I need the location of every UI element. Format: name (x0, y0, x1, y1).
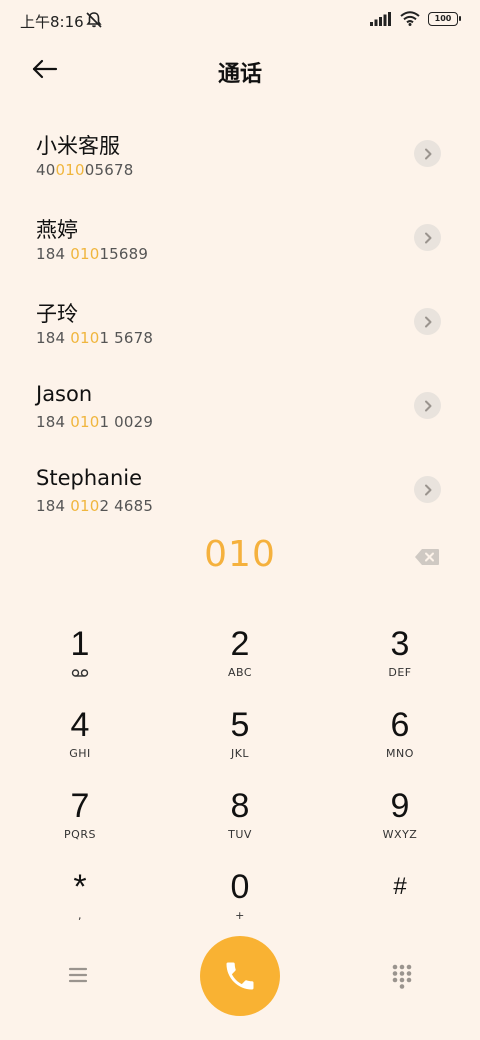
call-button[interactable] (200, 936, 280, 1016)
key-digit: 5 (230, 706, 250, 744)
backspace-icon[interactable] (414, 548, 440, 566)
key-digit: 1 (70, 625, 90, 663)
key-letters: GHI (69, 747, 91, 760)
key-5[interactable]: 5 JKL (180, 693, 300, 769)
key-9[interactable]: 9 WXYZ (340, 774, 460, 850)
contact-number: 184 01015689 (36, 245, 149, 263)
signal-icon (370, 11, 391, 26)
key-letters: DEF (388, 666, 412, 679)
dialed-number-display: 010 (204, 534, 276, 575)
contact-number: 184 0102 4685 (36, 497, 154, 515)
contact-result[interactable]: Stephanie 184 0102 4685 (0, 448, 480, 532)
contact-name: Jason (36, 382, 93, 406)
key-letters: ABC (227, 666, 253, 679)
key-digit: 8 (230, 787, 250, 825)
contact-number: 4001005678 (36, 161, 134, 179)
key-hash[interactable]: # (340, 855, 460, 931)
contact-name: 子玲 (36, 302, 78, 326)
key-digit: 7 (70, 787, 90, 825)
contact-name: 小米客服 (36, 134, 120, 158)
key-digit: 9 (390, 787, 410, 825)
contact-result[interactable]: 子玲 184 0101 5678 (0, 280, 480, 364)
mute-notification-icon (86, 12, 102, 28)
contact-result[interactable]: 燕婷 184 01015689 (0, 196, 480, 280)
contact-name: Stephanie (36, 466, 143, 490)
contact-result[interactable]: 小米客服 4001005678 (0, 112, 480, 196)
key-letters: TUV (228, 828, 252, 841)
key-letters: WXYZ (382, 828, 418, 841)
key-6[interactable]: 6 MNO (340, 693, 460, 769)
key-digit: 2 (230, 625, 250, 663)
key-1[interactable]: 1 (20, 612, 140, 688)
key-letters: PQRS (64, 828, 96, 841)
voicemail-icon (71, 669, 89, 677)
key-digit: 0 (230, 868, 250, 906)
number-match-highlight: 010 (55, 161, 85, 179)
key-letters: , (78, 909, 82, 922)
key-star[interactable]: * , (20, 855, 140, 931)
contact-details-button[interactable] (414, 476, 441, 503)
key-letters: JKL (230, 747, 250, 760)
contact-details-button[interactable] (414, 224, 441, 251)
key-letters: + (235, 909, 245, 922)
key-digit: 4 (70, 706, 90, 744)
dialer-screen: 上午8:16 100 通话 小米客服 4001005678 燕婷 184 010… (0, 0, 480, 1040)
chevron-right-icon (424, 316, 431, 327)
status-time: 上午8:16 (20, 13, 84, 31)
key-8[interactable]: 8 TUV (180, 774, 300, 850)
key-letters: MNO (386, 747, 414, 760)
status-icons: 100 (370, 11, 461, 26)
contact-details-button[interactable] (414, 308, 441, 335)
contact-result[interactable]: Jason 184 0101 0029 (0, 364, 480, 448)
status-bar: 上午8:16 100 (0, 0, 480, 40)
key-3[interactable]: 3 DEF (340, 612, 460, 688)
number-match-highlight: 010 (70, 497, 100, 515)
key-0[interactable]: 0 + (180, 855, 300, 931)
key-digit: 6 (390, 706, 410, 744)
number-match-highlight: 010 (70, 329, 100, 347)
chevron-right-icon (424, 400, 431, 411)
contact-details-button[interactable] (414, 140, 441, 167)
wifi-icon (400, 11, 420, 26)
chevron-right-icon (424, 148, 431, 159)
number-match-highlight: 010 (70, 245, 100, 263)
dialpad-icon[interactable] (391, 963, 413, 989)
menu-icon[interactable] (66, 964, 90, 986)
contact-name: 燕婷 (36, 218, 78, 242)
contact-details-button[interactable] (414, 392, 441, 419)
key-digit: 3 (390, 625, 410, 663)
contact-number: 184 0101 0029 (36, 413, 154, 431)
key-7[interactable]: 7 PQRS (20, 774, 140, 850)
key-2[interactable]: 2 ABC (180, 612, 300, 688)
number-match-highlight: 010 (70, 413, 100, 431)
chevron-right-icon (424, 484, 431, 495)
battery-icon: 100 (428, 11, 461, 26)
key-4[interactable]: 4 GHI (20, 693, 140, 769)
chevron-right-icon (424, 232, 431, 243)
battery-level: 100 (434, 13, 452, 23)
key-digit: * (73, 868, 87, 906)
key-digit: # (393, 873, 407, 900)
contact-results-list: 小米客服 4001005678 燕婷 184 01015689 子玲 184 0… (0, 112, 480, 532)
phone-icon (226, 962, 254, 990)
page-title: 通话 (217, 62, 262, 87)
contact-number: 184 0101 5678 (36, 329, 154, 347)
